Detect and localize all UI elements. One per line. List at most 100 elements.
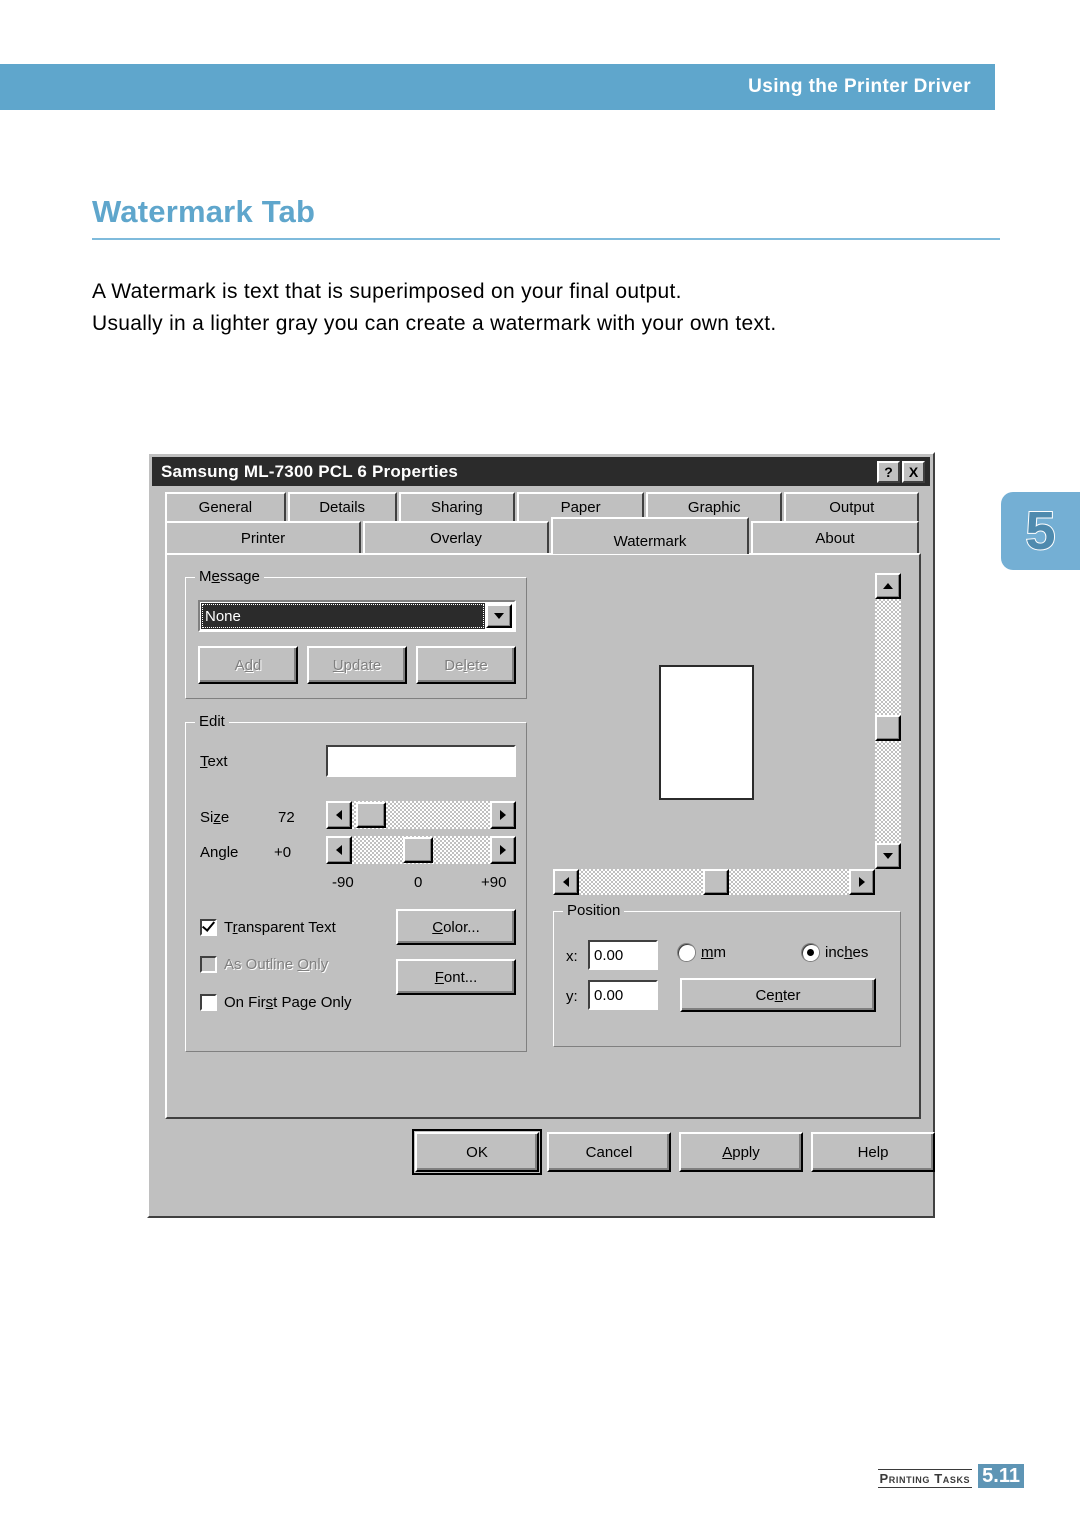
size-value: 72 [278, 809, 295, 826]
angle-value: +0 [274, 844, 292, 861]
units-inches-radio[interactable]: inches [802, 944, 868, 961]
angle-scale-mid: 0 [414, 874, 423, 891]
header-title: Using the Printer Driver [748, 76, 971, 97]
angle-slider-increment-icon[interactable] [490, 836, 516, 864]
tab-general[interactable]: General [165, 492, 286, 521]
check-icon [201, 918, 216, 932]
tabstrip: General Details Sharing Paper Graphic Ou… [165, 492, 921, 554]
radio-dot [807, 949, 814, 956]
preview-page-thumbnail [659, 665, 754, 800]
dialog-footer: OK Cancel Apply Help [149, 1126, 935, 1186]
on-first-page-only-checkbox[interactable]: On First Page Only [200, 994, 352, 1011]
printer-properties-dialog: Samsung ML-7300 PCL 6 Properties ? X Gen… [147, 452, 935, 1218]
watermark-message-combo[interactable]: None [198, 600, 516, 632]
horizontal-scroll-track[interactable] [579, 869, 849, 895]
triangle-left-glyph [563, 877, 569, 887]
position-groupbox: Position x: 0.00 y: 0.00 mm inches Ce n te… [553, 902, 901, 1047]
checkbox-icon-unchecked[interactable] [200, 994, 217, 1011]
tab-row-top: General Details Sharing Paper Graphic Ou… [165, 492, 921, 521]
preview-vertical-scrollbar[interactable] [875, 573, 901, 869]
triangle-down-glyph [883, 853, 893, 859]
tab-overlay[interactable]: Overlay [363, 521, 549, 554]
vertical-scroll-thumb[interactable] [875, 715, 901, 741]
tab-about[interactable]: About [751, 521, 919, 554]
horizontal-scroll-thumb[interactable] [703, 869, 729, 895]
angle-slider[interactable] [326, 836, 516, 864]
size-slider-decrement-icon[interactable] [326, 801, 352, 829]
center-button[interactable]: Ce n ter [680, 978, 876, 1012]
delete-button[interactable]: De l ete [416, 646, 516, 684]
radio-icon-unselected[interactable] [678, 944, 695, 961]
position-y-label: y: [566, 988, 578, 1005]
watermark-preview-area [553, 573, 901, 895]
color-button[interactable]: Color... [396, 909, 516, 945]
scroll-left-icon[interactable] [553, 869, 579, 895]
tab-watermark[interactable]: Watermark [551, 517, 749, 554]
triangle-right-glyph [859, 877, 865, 887]
text-field-label: Text [200, 753, 228, 770]
watermark-text-input[interactable] [326, 745, 516, 777]
angle-scale-min: -90 [332, 874, 354, 891]
size-slider-track[interactable] [352, 801, 490, 829]
tab-printer[interactable]: Printer [165, 521, 361, 554]
close-icon[interactable]: X [902, 460, 925, 483]
scroll-up-icon[interactable] [875, 573, 901, 599]
triangle-right-glyph [500, 845, 506, 855]
footer-page-number: 5.11 [978, 1464, 1024, 1488]
size-slider-increment-icon[interactable] [490, 801, 516, 829]
units-mm-radio[interactable]: mm [678, 944, 726, 961]
title-divider [92, 238, 1000, 240]
checkbox-icon-unchecked-disabled[interactable] [200, 956, 217, 973]
position-x-label: x: [566, 948, 578, 965]
watermark-message-value: None [201, 603, 485, 629]
triangle-down-glyph [494, 613, 504, 619]
scroll-right-icon[interactable] [849, 869, 875, 895]
position-group-label: Position [563, 902, 625, 919]
chapter-number: 5 [1024, 500, 1056, 562]
page-header-banner: Using the Printer Driver [0, 64, 995, 110]
tab-details[interactable]: Details [287, 492, 397, 521]
ok-button[interactable]: OK [412, 1129, 542, 1175]
body-line-2: Usually in a lighter gray you can create… [92, 312, 777, 335]
chapter-tab-marker: 5 [1001, 492, 1080, 570]
scroll-down-icon[interactable] [875, 843, 901, 869]
message-group-label: Message [195, 568, 264, 585]
angle-slider-track[interactable] [352, 836, 490, 864]
units-inches-label: inches [825, 944, 869, 961]
chevron-down-icon[interactable] [486, 604, 512, 628]
dialog-title: Samsung ML-7300 PCL 6 Properties [161, 461, 459, 481]
angle-label: Angle [200, 844, 239, 861]
transparent-text-label: Transparent Text [224, 919, 336, 936]
angle-slider-thumb[interactable] [403, 837, 433, 863]
body-line-1: A Watermark is text that is superimposed… [92, 280, 682, 303]
add-button[interactable]: Add [198, 646, 298, 684]
page-title: Watermark Tab [92, 194, 316, 229]
titlebar-button-group: ? X [877, 460, 930, 483]
checkbox-icon-checked[interactable] [200, 918, 217, 936]
font-button[interactable]: Font... [396, 959, 516, 995]
as-outline-only-checkbox[interactable]: As Outline Only [200, 956, 328, 973]
tab-sharing[interactable]: Sharing [398, 492, 516, 521]
update-button[interactable]: Update [307, 646, 407, 684]
triangle-left-glyph [336, 845, 342, 855]
size-slider[interactable] [326, 801, 516, 829]
transparent-text-checkbox[interactable]: Transparent Text [200, 918, 336, 936]
body-paragraph: A Watermark is text that is superimposed… [92, 276, 972, 340]
tab-output[interactable]: Output [784, 492, 919, 521]
cancel-button[interactable]: Cancel [547, 1132, 671, 1172]
radio-icon-selected[interactable] [802, 944, 819, 961]
tab-row-bottom: Printer Overlay Watermark About [165, 517, 921, 554]
apply-button[interactable]: Apply [679, 1132, 803, 1172]
help-button[interactable]: Help [811, 1132, 935, 1172]
dialog-titlebar: Samsung ML-7300 PCL 6 Properties ? X [152, 457, 930, 486]
size-label: Size [200, 809, 230, 826]
position-y-input[interactable]: 0.00 [588, 980, 658, 1010]
angle-slider-decrement-icon[interactable] [326, 836, 352, 864]
vertical-scroll-track[interactable] [875, 599, 901, 843]
preview-horizontal-scrollbar[interactable] [553, 869, 875, 895]
edit-groupbox: Edit Text Size 72 Angle +0 -90 0 +90 Tra… [185, 713, 527, 1052]
help-icon[interactable]: ? [877, 460, 900, 483]
size-slider-thumb[interactable] [356, 802, 386, 828]
position-x-input[interactable]: 0.00 [588, 940, 658, 970]
watermark-tab-panel: Message None Add Update De l ete Edit Text… [165, 553, 921, 1119]
